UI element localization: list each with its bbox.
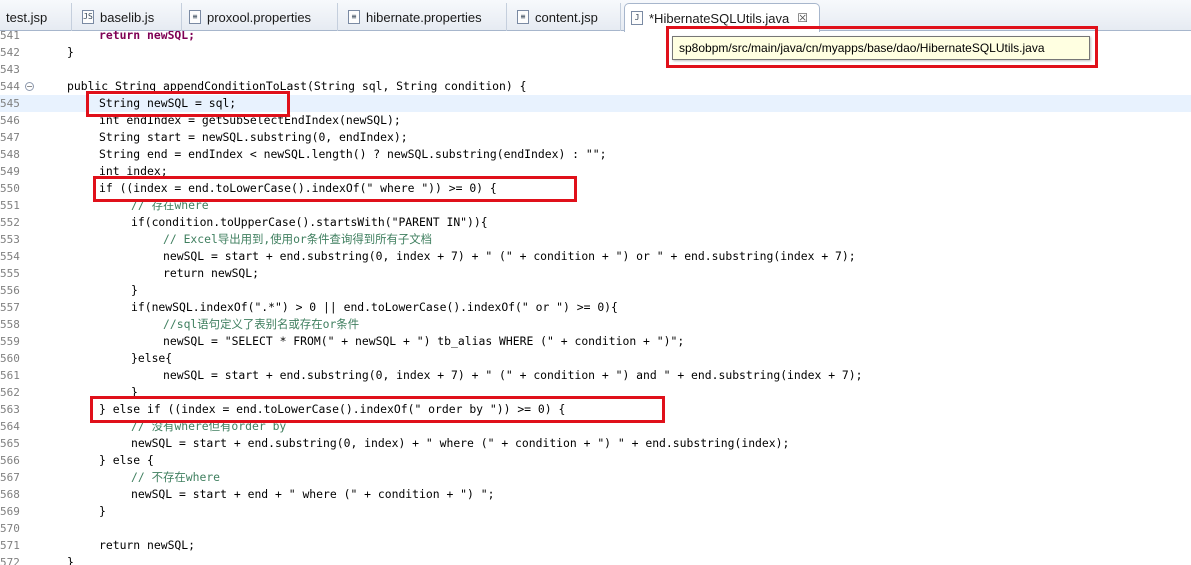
line-number: 545 (0, 97, 20, 110)
tab-label: proxool.properties (207, 9, 312, 25)
line-number: 544 (0, 80, 20, 93)
code-line: 555 return newSQL; (0, 265, 1191, 282)
tab-baselib-js[interactable]: JS baselib.js (76, 3, 182, 31)
code-text: String start = newSQL.substring(0, endIn… (99, 130, 408, 144)
annotation-box-line-563 (90, 396, 665, 423)
line-number: 558 (0, 318, 20, 331)
code-line: 557 if(newSQL.indexOf(".*") > 0 || end.t… (0, 299, 1191, 316)
code-text: }else{ (131, 351, 173, 365)
tab-hibernate-properties[interactable]: ≡ hibernate.properties (342, 3, 507, 31)
code-line: 560 }else{ (0, 350, 1191, 367)
line-number: 568 (0, 488, 20, 501)
line-number: 542 (0, 46, 20, 59)
line-number: 553 (0, 233, 20, 246)
properties-file-icon: ≡ (189, 10, 201, 24)
code-text: } (99, 504, 106, 518)
code-text: newSQL = start + end.substring(0, index)… (131, 436, 790, 450)
code-text: newSQL = start + end.substring(0, index … (163, 368, 863, 382)
code-text: } (131, 283, 138, 297)
code-text: newSQL = start + end + " where (" + cond… (131, 487, 495, 501)
annotation-box-line-550 (93, 176, 577, 202)
code-text: if(condition.toUpperCase().startsWith("P… (131, 215, 488, 229)
code-line: 570 (0, 520, 1191, 537)
code-line: 556 } (0, 282, 1191, 299)
line-number: 557 (0, 301, 20, 314)
code-line: 552 if(condition.toUpperCase().startsWit… (0, 214, 1191, 231)
line-number: 554 (0, 250, 20, 263)
code-text: if(newSQL.indexOf(".*") > 0 || end.toLow… (131, 300, 618, 314)
line-number: 541 (0, 31, 20, 42)
code-text: String end = endIndex < newSQL.length() … (99, 147, 607, 161)
js-file-icon: JS (82, 10, 94, 24)
code-comment: // Excel导出用到,使用or条件查询得到所有子文档 (163, 232, 433, 246)
tab-label: baselib.js (100, 9, 155, 25)
code-text: } (67, 45, 74, 59)
code-line: 566 } else { (0, 452, 1191, 469)
line-number: 547 (0, 131, 20, 144)
code-line: 569 } (0, 503, 1191, 520)
annotation-box-line-545 (86, 91, 290, 117)
code-line: 568 newSQL = start + end + " where (" + … (0, 486, 1191, 503)
code-line: 561 newSQL = start + end.substring(0, in… (0, 367, 1191, 384)
line-number: 563 (0, 403, 20, 416)
line-number: 564 (0, 420, 20, 433)
line-number: 551 (0, 199, 20, 212)
line-number: 543 (0, 63, 20, 76)
code-text: return newSQL; (99, 31, 196, 42)
code-line: 553 // Excel导出用到,使用or条件查询得到所有子文档 (0, 231, 1191, 248)
code-text: } (67, 555, 74, 565)
fold-toggle-icon[interactable]: − (25, 82, 34, 91)
code-line: 571 return newSQL; (0, 537, 1191, 554)
tab-proxool-properties[interactable]: ≡ proxool.properties (183, 3, 338, 31)
tab-label: test.jsp (6, 9, 48, 25)
code-comment: //sql语句定义了表别名或存在or条件 (163, 317, 360, 331)
annotation-box-tooltip (666, 26, 1098, 68)
tab-label: content.jsp (535, 9, 598, 25)
code-line: 547 String start = newSQL.substring(0, e… (0, 129, 1191, 146)
code-text: newSQL = "SELECT * FROM(" + newSQL + ") … (163, 334, 685, 348)
line-number: 550 (0, 182, 20, 195)
line-number: 565 (0, 437, 20, 450)
tab-test-jsp[interactable]: test.jsp (0, 3, 72, 31)
code-comment: // 不存在where (131, 470, 221, 484)
line-number: 562 (0, 386, 20, 399)
java-file-icon: J (631, 11, 643, 25)
line-number: 561 (0, 369, 20, 382)
line-number: 555 (0, 267, 20, 280)
line-number: 569 (0, 505, 20, 518)
line-number: 572 (0, 556, 20, 565)
tab-content-jsp[interactable]: ≡ content.jsp (511, 3, 621, 31)
line-number: 571 (0, 539, 20, 552)
line-number: 552 (0, 216, 20, 229)
line-number: 548 (0, 148, 20, 161)
line-number: 566 (0, 454, 20, 467)
code-line: 565 newSQL = start + end.substring(0, in… (0, 435, 1191, 452)
code-text: return newSQL; (99, 538, 196, 552)
close-tab-icon[interactable]: ☒ (797, 11, 808, 25)
code-line: 572 } (0, 554, 1191, 565)
code-line: 548 String end = endIndex < newSQL.lengt… (0, 146, 1191, 163)
line-number: 567 (0, 471, 20, 484)
jsp-file-icon: ≡ (517, 10, 529, 24)
line-number: 570 (0, 522, 20, 535)
code-text: } else { (99, 453, 154, 467)
code-line: 558 //sql语句定义了表别名或存在or条件 (0, 316, 1191, 333)
code-line: 554 newSQL = start + end.substring(0, in… (0, 248, 1191, 265)
code-line: 559 newSQL = "SELECT * FROM(" + newSQL +… (0, 333, 1191, 350)
code-line: 567 // 不存在where (0, 469, 1191, 486)
line-number: 546 (0, 114, 20, 127)
line-number: 560 (0, 352, 20, 365)
tab-label: hibernate.properties (366, 9, 482, 25)
code-text: newSQL = start + end.substring(0, index … (163, 249, 856, 263)
line-number: 559 (0, 335, 20, 348)
line-number: 556 (0, 284, 20, 297)
properties-file-icon: ≡ (348, 10, 360, 24)
line-number: 549 (0, 165, 20, 178)
tab-label: *HibernateSQLUtils.java (649, 10, 790, 26)
code-text: return newSQL; (163, 266, 260, 280)
